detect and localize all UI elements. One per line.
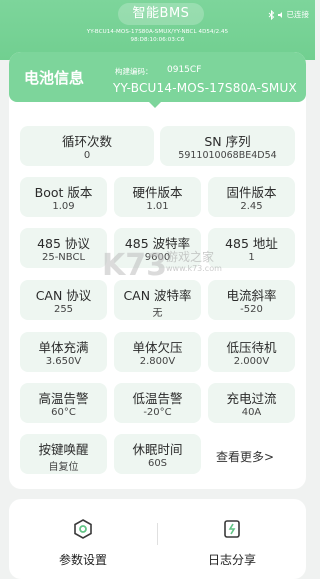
tile-value: 9600 [144, 252, 171, 263]
battery-info-header: 电池信息 构建编码： 0915CF YY-BCU14-MOS-17S80A-SM… [9, 52, 306, 102]
tile-label: CAN 波特率 [123, 288, 192, 303]
tile-value: 40A [241, 407, 262, 418]
tile-label: CAN 协议 [35, 288, 92, 303]
tile-value: 1.09 [52, 201, 75, 212]
tile-boot-version: Boot 版本 1.09 [20, 177, 107, 217]
tile-value: 2.45 [240, 201, 263, 212]
tile-label: 按键唤醒 [38, 442, 89, 457]
tile-value: 2.000V [233, 356, 270, 367]
connection-status-text: 已连接 [286, 10, 310, 19]
app-title: 智能BMS [118, 3, 204, 25]
tile-charge-overcurrent: 充电过流 40A [208, 383, 295, 423]
tile-can-protocol: CAN 协议 255 [20, 280, 107, 320]
tile-485-baud: 485 波特率 9600 [114, 228, 201, 268]
tile-value: 25-NBCL [41, 252, 86, 263]
tile-key-wakeup: 按键唤醒 自复位 [20, 434, 107, 474]
tile-value: 3.650V [45, 356, 82, 367]
tile-label: 485 地址 [225, 236, 278, 251]
tile-label: 485 协议 [37, 236, 90, 251]
tile-label: 低压待机 [226, 340, 277, 355]
tile-value: 255 [53, 304, 74, 315]
tile-label: 485 波特率 [124, 236, 191, 251]
battery-model: YY-BCU14-MOS-17S80A-SMUX [113, 81, 297, 95]
tile-value: -520 [240, 304, 263, 315]
tile-cycle-count: 循环次数 0 [20, 126, 154, 166]
tile-label: 充电过流 [226, 391, 277, 406]
mute-icon [277, 11, 285, 19]
connection-status[interactable]: 已连接 [268, 9, 310, 20]
tile-value: 5911010068BE4D54 [178, 150, 277, 161]
tile-sleep-time: 休眠时间 60S [114, 434, 201, 474]
log-share-label: 日志分享 [207, 553, 256, 567]
tile-label: 电流斜率 [226, 288, 277, 303]
battery-info-title: 电池信息 [24, 69, 85, 87]
tile-label: 循环次数 [61, 134, 112, 149]
tile-label: 休眠时间 [132, 442, 183, 457]
build-code-label: 构建编码： [115, 67, 153, 76]
tile-current-slope: 电流斜率 -520 [208, 280, 295, 320]
tile-value: 无 [152, 308, 163, 319]
tile-value: 60S [147, 458, 168, 469]
tile-sn: SN 序列 5911010068BE4D54 [160, 126, 295, 166]
tile-value: 自复位 [48, 462, 79, 473]
device-info-line2: 98:D8:10:06:03:C6 [130, 37, 185, 43]
tile-label: SN 序列 [204, 134, 251, 149]
tile-label: 单体充满 [38, 340, 89, 355]
tile-low-voltage-standby: 低压待机 2.000V [208, 332, 295, 372]
tile-label: 低温告警 [132, 391, 183, 406]
tile-485-protocol: 485 协议 25-NBCL [20, 228, 107, 268]
app-header: 智能BMS 已连接 YY-BCU14-MOS-17S80A-SMUX/YY-NB… [0, 0, 315, 60]
tile-485-address: 485 地址 1 [208, 228, 295, 268]
bluetooth-icon [268, 9, 275, 20]
tile-cell-full: 单体充满 3.650V [20, 332, 107, 372]
tile-value: 60°C [51, 407, 76, 418]
tile-can-baud: CAN 波特率 无 [114, 280, 201, 320]
settings-label: 参数设置 [58, 553, 107, 567]
tile-value: -20°C [143, 407, 172, 418]
bottom-actions: 参数设置 日志分享 [9, 499, 306, 579]
tile-label: 高温告警 [38, 391, 89, 406]
build-code-value: 0915CF [167, 65, 202, 75]
view-more-link[interactable]: 查看更多> [216, 448, 274, 465]
tile-value: 2.800V [139, 356, 176, 367]
device-info-line1: YY-BCU14-MOS-17S80A-SMUX/YY-NBCL 4D54/2.… [86, 29, 229, 35]
tile-high-temp-alarm: 高温告警 60°C [20, 383, 107, 423]
tile-cell-undervoltage: 单体欠压 2.800V [114, 332, 201, 372]
battery-info-card: 电池信息 构建编码： 0915CF YY-BCU14-MOS-17S80A-SM… [9, 52, 306, 489]
tile-label: 固件版本 [226, 185, 277, 200]
tile-value: 1.01 [146, 201, 169, 212]
hex-gear-icon [73, 519, 93, 543]
tile-low-temp-alarm: 低温告警 -20°C [114, 383, 201, 423]
log-share-button[interactable]: 日志分享 [158, 499, 306, 579]
tile-hardware-version: 硬件版本 1.01 [114, 177, 201, 217]
tile-label: 硬件版本 [132, 185, 183, 200]
tile-label: 单体欠压 [132, 340, 183, 355]
tile-firmware-version: 固件版本 2.45 [208, 177, 295, 217]
tile-label: Boot 版本 [34, 185, 93, 200]
log-file-icon [222, 519, 242, 543]
tile-value: 1 [248, 252, 255, 263]
settings-button[interactable]: 参数设置 [9, 499, 157, 579]
header-pointer [147, 100, 163, 108]
tile-value: 0 [83, 150, 91, 161]
